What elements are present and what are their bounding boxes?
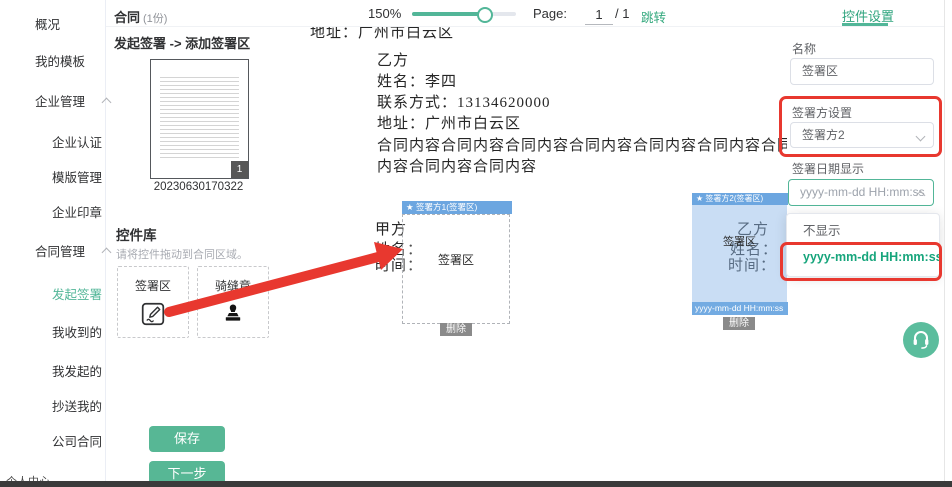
signature-icon xyxy=(140,301,166,332)
sidebar-item-enterprise-mgmt[interactable]: 企业管理 xyxy=(35,91,110,110)
sidebar-item-template-mgmt[interactable]: 模版管理 xyxy=(52,167,102,186)
doc-line-contact-b: 联系方式：13134620000 xyxy=(377,91,551,112)
sign-zone2-delete-button[interactable]: 删除 xyxy=(723,317,755,330)
date-select-label: 签署日期显示 xyxy=(792,160,864,177)
draggable-sign-area-control[interactable]: 签署区 xyxy=(117,266,189,338)
customer-service-button[interactable] xyxy=(903,322,939,358)
party-select-label: 签署方设置 xyxy=(792,104,852,121)
name-input[interactable]: 签署区 xyxy=(790,58,934,85)
name-field-label: 名称 xyxy=(792,40,816,57)
sign-area-control-label: 签署区 xyxy=(118,277,188,294)
chevron-down-icon xyxy=(916,132,926,142)
doc-line-addr-b: 地址：广州市白云区 xyxy=(377,112,521,133)
save-button[interactable]: 保存 xyxy=(149,426,225,452)
sidebar-item-company-contracts[interactable]: 公司合同 xyxy=(52,431,102,450)
sign-zone2-body[interactable]: 签署区 xyxy=(692,205,787,302)
sign-zone1-delete-button[interactable]: 删除 xyxy=(440,323,472,336)
sidebar-item-initiate-sign[interactable]: 发起签署 xyxy=(52,284,102,303)
paging-seal-control-label: 骑缝章 xyxy=(198,277,268,294)
zoom-slider-handle[interactable] xyxy=(477,7,493,23)
doc-line-party-b: 乙方 xyxy=(377,49,409,70)
sidebar-item-cc-me[interactable]: 抄送我的 xyxy=(52,396,102,415)
sidebar-item-label: 合同管理 xyxy=(35,245,85,259)
sidebar-item-contract-mgmt[interactable]: 合同管理 xyxy=(35,241,110,260)
contract-count-label: 合同(1份) xyxy=(114,7,167,26)
stamp-icon xyxy=(221,301,245,330)
doc-line-content-2: 内容合同内容合同内容 xyxy=(377,155,537,176)
sign-zone2-date-bar: yyyy-mm-dd HH:mm:ss xyxy=(692,302,790,315)
dropdown-option-datetime[interactable]: yyyy-mm-dd HH:mm:ss xyxy=(787,244,939,270)
page-jump-button[interactable]: 跳转 xyxy=(641,7,666,26)
page-number-input[interactable] xyxy=(585,4,613,25)
chevron-up-icon xyxy=(101,248,111,258)
party-select[interactable]: 签署方2 xyxy=(790,122,934,148)
sidebar-item-label: 企业管理 xyxy=(35,95,85,109)
top-toolbar: 合同(1份) 150% Page: / 1 跳转 控件设置 xyxy=(105,0,944,27)
page-label: Page: xyxy=(533,6,567,21)
zoom-slider-track[interactable] xyxy=(412,12,516,16)
headset-icon xyxy=(909,326,933,355)
app-root: 地址：广州市白云区 乙方 姓名：李四 联系方式：13134620000 地址：广… xyxy=(0,0,952,487)
page-thumbnail[interactable]: 1 xyxy=(150,59,249,179)
doc-line-content-1: 合同内容合同内容合同内容合同内容合同内容合同内容合同内容合同内容合同内容合同内容 xyxy=(377,134,787,155)
zoom-slider-fill xyxy=(412,12,484,16)
sidebar-item-my-templates[interactable]: 我的模板 xyxy=(35,51,85,70)
right-edge-strip xyxy=(944,0,952,487)
doc-line-name-b: 姓名：李四 xyxy=(377,70,457,91)
page-total-label: / 1 xyxy=(615,6,629,21)
dropdown-option-hide[interactable]: 不显示 xyxy=(787,218,939,244)
thumbnail-caption: 20230630170322 xyxy=(150,181,247,193)
sidebar-item-initiated[interactable]: 我发起的 xyxy=(52,361,102,380)
date-display-select[interactable]: yyyy-mm-dd HH:mm:ss xyxy=(788,179,934,206)
date-display-dropdown: 不显示 yyyy-mm-dd HH:mm:ss xyxy=(786,213,940,277)
sidebar-item-received[interactable]: 我收到的 xyxy=(52,322,102,341)
sign-zone2-header[interactable]: ★ 签署方2(签署区) xyxy=(692,193,791,205)
zoom-percent-label: 150% xyxy=(368,6,401,21)
thumbnail-content xyxy=(160,74,239,160)
draggable-paging-seal-control[interactable]: 骑缝章 xyxy=(197,266,269,338)
contract-count: (1份) xyxy=(143,13,167,25)
sign-zone1-label: 签署区 xyxy=(403,251,509,268)
control-settings-panel: 名称 签署区 签署方设置 签署方2 签署日期显示 yyyy-mm-dd HH:m… xyxy=(788,0,944,482)
active-tab-underline xyxy=(842,23,888,26)
breadcrumb: 发起签署 -> 添加签署区 xyxy=(114,33,250,52)
party-select-value: 签署方2 xyxy=(802,128,845,142)
thumbnail-page-badge: 1 xyxy=(231,161,248,178)
sign-zone2-label: 签署区 xyxy=(692,233,787,249)
control-library-title: 控件库 xyxy=(116,224,157,244)
contract-label: 合同 xyxy=(114,10,140,25)
sign-zone1-header[interactable]: ★ 签署方1(签署区) xyxy=(402,201,512,214)
bottom-window-edge xyxy=(0,481,952,487)
sidebar-item-enterprise-auth[interactable]: 企业认证 xyxy=(52,132,102,151)
sidebar-item-overview[interactable]: 概况 xyxy=(35,14,60,33)
sign-zone1-body[interactable]: 签署区 xyxy=(402,214,510,324)
control-library-hint: 请将控件拖动到合同区域。 xyxy=(116,246,248,262)
date-select-value: yyyy-mm-dd HH:mm:ss xyxy=(800,185,925,199)
chevron-up-icon xyxy=(101,98,111,108)
sidebar-nav: 概况 我的模板 企业管理 企业认证 模版管理 企业印章 合同管理 发起签署 我收… xyxy=(0,0,106,487)
sidebar-item-enterprise-seal[interactable]: 企业印章 xyxy=(52,202,102,221)
